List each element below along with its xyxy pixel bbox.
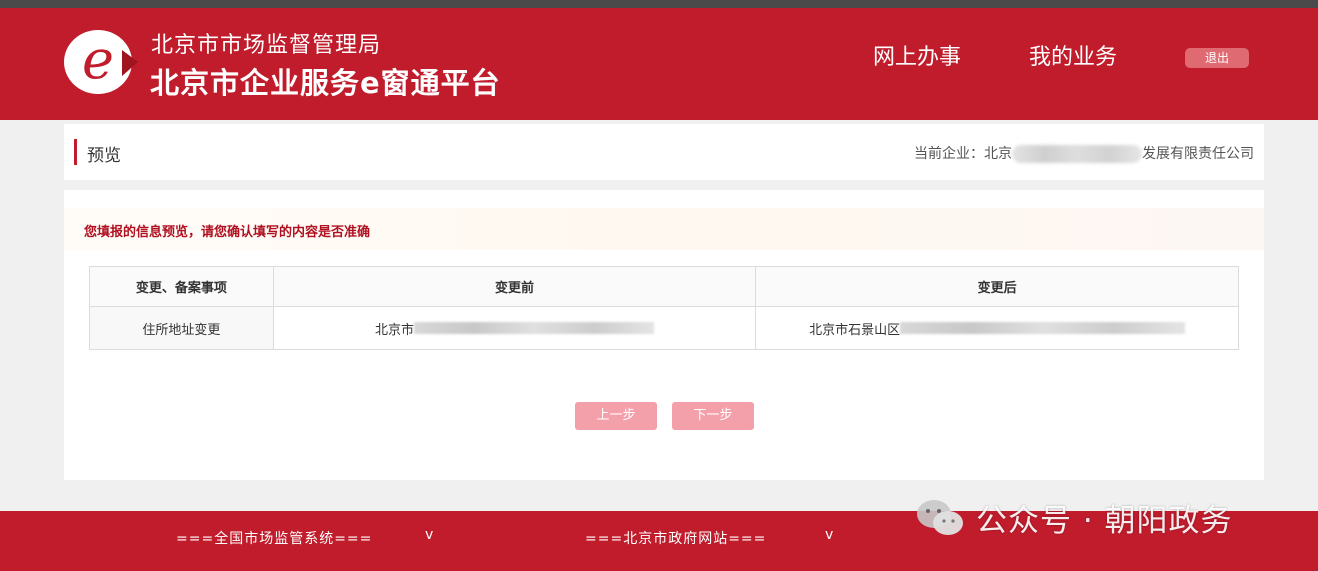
- cell-before: 北京市: [272, 306, 757, 350]
- prev-step-button[interactable]: 上一步: [575, 402, 657, 430]
- before-text: 北京市: [375, 322, 415, 338]
- company-prefix: 当前企业：北京: [914, 146, 1012, 162]
- watermark: 公众号 · 朝阳政务: [916, 495, 1233, 540]
- chevron-down-icon[interactable]: v: [825, 527, 833, 543]
- redacted-blur: [900, 322, 1186, 334]
- header-before: 变更前: [272, 266, 757, 307]
- nav-online-services[interactable]: 网上办事: [873, 39, 961, 71]
- chevron-down-icon[interactable]: v: [425, 527, 433, 543]
- beijing-gov-site-select[interactable]: ===北京市政府网站===: [585, 528, 766, 548]
- redacted-blur: [1012, 145, 1142, 163]
- org-name: 北京市市场监督管理局: [151, 33, 382, 58]
- header: e 北京市市场监督管理局 北京市企业服务e窗通平台 网上办事 我的业务 退出: [0, 8, 1318, 120]
- table-header-row: 变更、备案事项 变更前 变更后: [89, 266, 1239, 307]
- after-text: 北京市石景山区: [809, 322, 901, 338]
- page-title: 预览: [87, 146, 121, 166]
- next-step-button[interactable]: 下一步: [672, 402, 754, 430]
- redacted-blur: [414, 322, 655, 334]
- watermark-text: 公众号 · 朝阳政务: [976, 503, 1233, 539]
- svg-text:e: e: [82, 28, 114, 91]
- title-accent-bar: [74, 139, 77, 165]
- logout-button[interactable]: 退出: [1185, 48, 1249, 68]
- preview-notice: 您填报的信息预览，请您确认填写的内容是否准确: [84, 225, 371, 240]
- current-company: 当前企业：北京 发展有限责任公司: [914, 143, 1254, 163]
- company-suffix: 发展有限责任公司: [1142, 146, 1254, 162]
- cell-item: 住所地址变更: [89, 306, 274, 350]
- preview-panel: 您填报的信息预览，请您确认填写的内容是否准确 变更、备案事项 变更前 变更后 住…: [64, 190, 1264, 480]
- header-item: 变更、备案事项: [89, 266, 274, 307]
- top-strip: [0, 0, 1318, 8]
- platform-name: 北京市企业服务e窗通平台: [150, 66, 501, 100]
- nav-my-business[interactable]: 我的业务: [1029, 39, 1117, 71]
- page-title-bar: 预览 当前企业：北京 发展有限责任公司: [64, 124, 1264, 180]
- e-logo-icon: e: [64, 28, 138, 94]
- change-preview-table: 变更、备案事项 变更前 变更后 住所地址变更 北京市 北京市石景山区: [89, 266, 1239, 350]
- wechat-icon: [917, 499, 963, 535]
- national-market-system-select[interactable]: ===全国市场监管系统===: [176, 528, 372, 548]
- header-after: 变更后: [755, 266, 1239, 307]
- table-row: 住所地址变更 北京市 北京市石景山区: [89, 306, 1239, 350]
- cell-after: 北京市石景山区: [755, 306, 1239, 350]
